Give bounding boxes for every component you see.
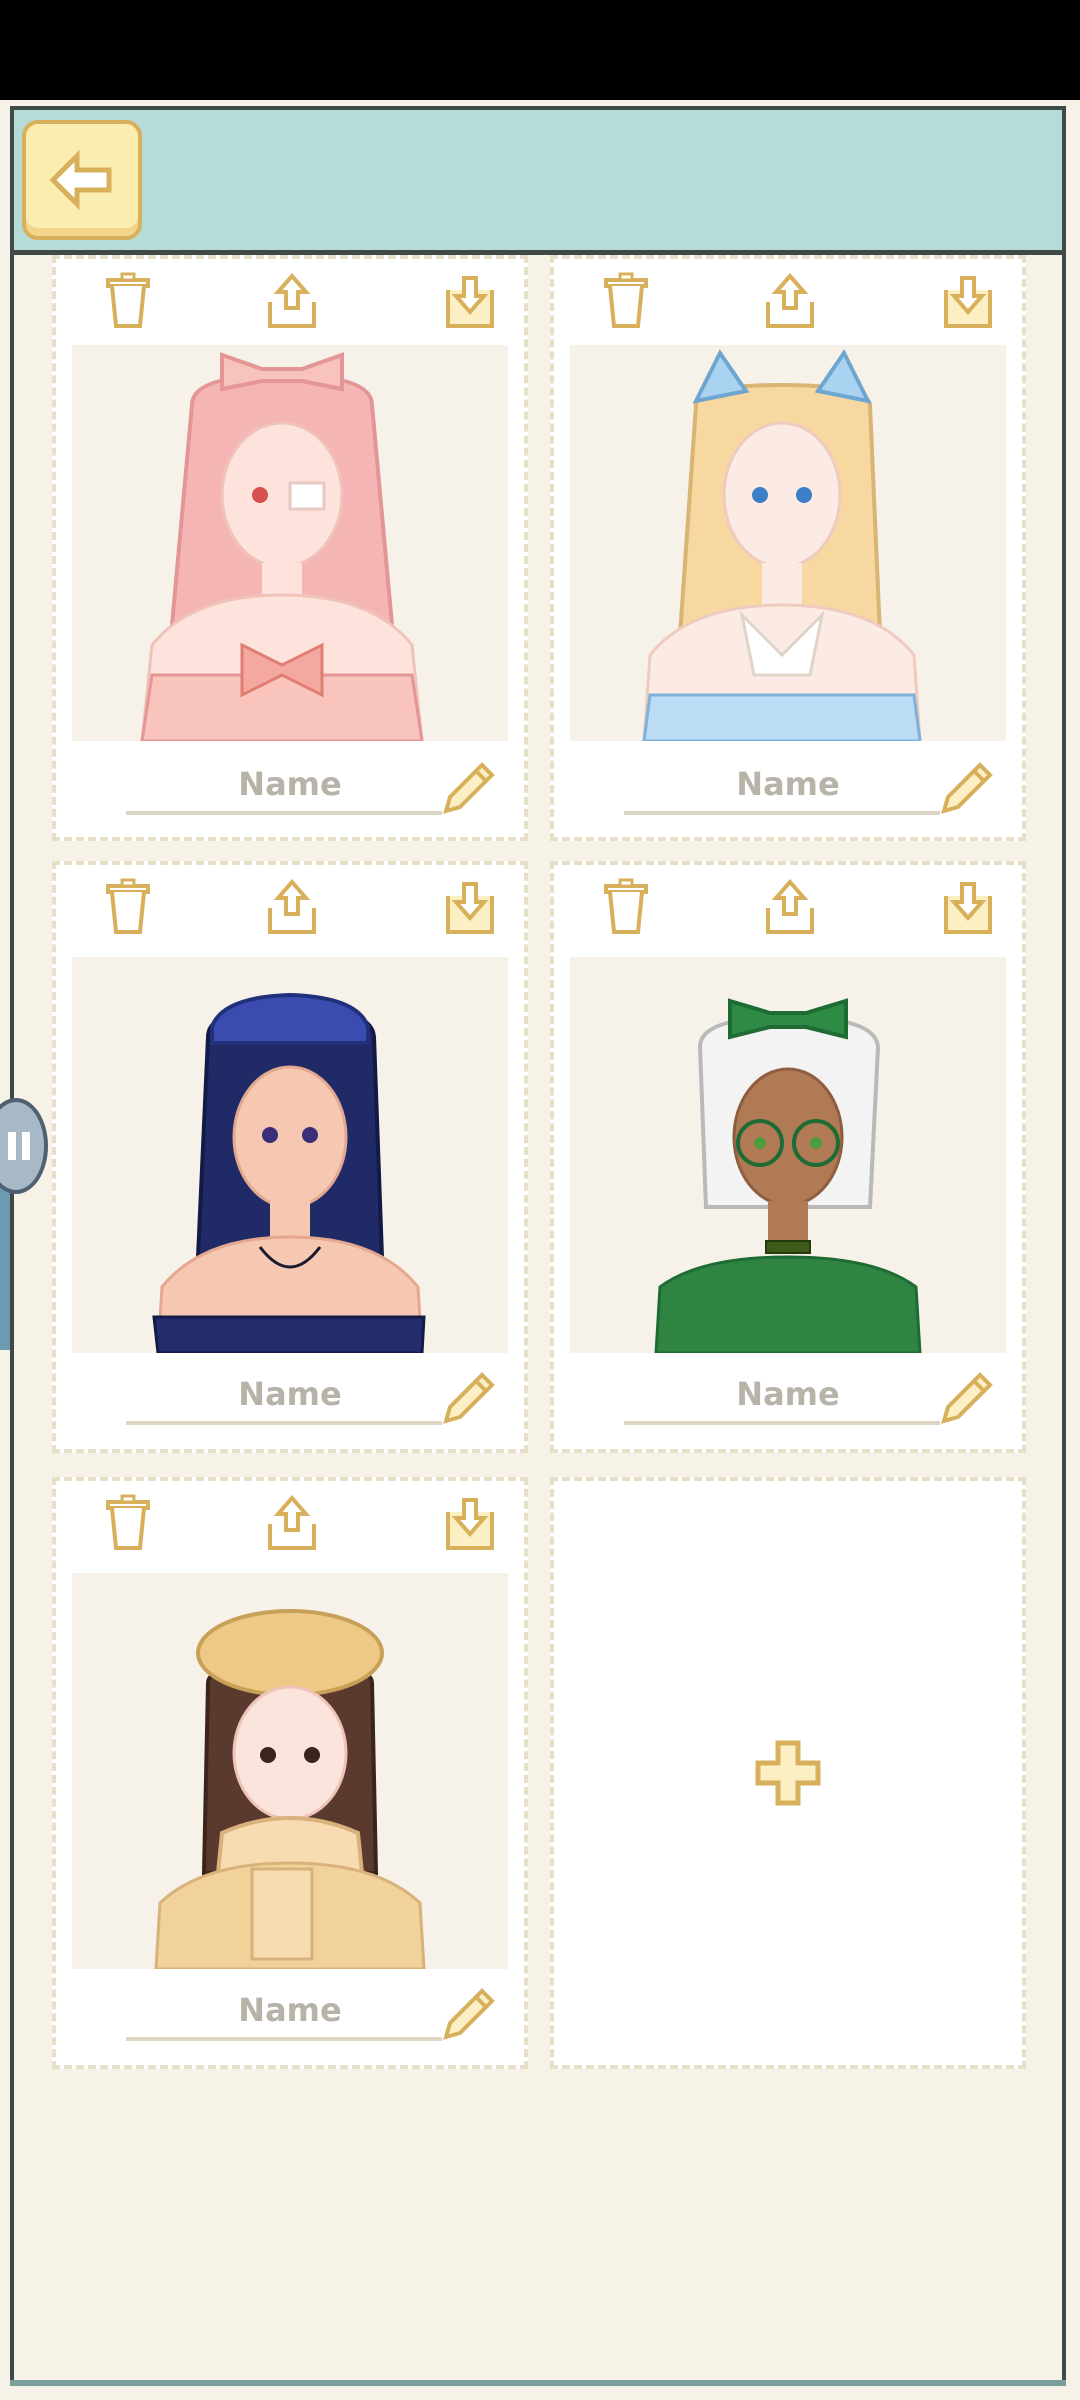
pencil-icon[interactable] (436, 1367, 500, 1431)
navy-hair-girl (152, 992, 426, 1353)
name-row: Name (56, 1975, 524, 2055)
trash-icon[interactable] (594, 875, 658, 939)
export-icon[interactable] (260, 875, 324, 939)
slot-toolbar (554, 865, 1022, 953)
bottom-divider (10, 2380, 1066, 2386)
back-button[interactable] (22, 120, 142, 240)
name-underline (126, 1421, 442, 1425)
import-icon[interactable] (936, 875, 1000, 939)
name-row: Name (56, 1359, 524, 1439)
arrow-left-icon (49, 150, 112, 210)
trash-icon[interactable] (96, 1491, 160, 1555)
character-slot-2: Name (550, 255, 1026, 841)
name-row: Name (554, 749, 1022, 829)
slot-toolbar (56, 1481, 524, 1569)
import-icon[interactable] (438, 1491, 502, 1555)
status-bar (0, 0, 1080, 100)
character-portrait[interactable] (570, 957, 1006, 1353)
trash-icon[interactable] (96, 269, 160, 333)
character-slot-1: Name (52, 255, 528, 841)
beret-scarf-girl (154, 1609, 426, 1969)
pencil-icon[interactable] (436, 757, 500, 821)
trash-icon[interactable] (96, 875, 160, 939)
pink-hair-eyepatch-girl (140, 352, 424, 741)
plus-icon (753, 1738, 823, 1808)
character-slot-5: Name (52, 1477, 528, 2069)
blonde-cat-ears-girl (642, 349, 922, 741)
character-portrait[interactable] (72, 957, 508, 1353)
slot-toolbar (56, 865, 524, 953)
name-row: Name (56, 749, 524, 829)
export-icon[interactable] (758, 269, 822, 333)
pencil-icon[interactable] (934, 1367, 998, 1431)
name-underline (624, 1421, 940, 1425)
name-underline (624, 811, 940, 815)
character-portrait[interactable] (72, 1573, 508, 1969)
character-slot-3: Name (52, 861, 528, 1453)
export-icon[interactable] (260, 1491, 324, 1555)
name-underline (126, 2037, 442, 2041)
import-icon[interactable] (438, 269, 502, 333)
trash-icon[interactable] (594, 269, 658, 333)
name-underline (126, 811, 442, 815)
white-hair-glasses-girl (654, 998, 922, 1353)
export-icon[interactable] (260, 269, 324, 333)
character-grid: Name Name Name Name Name (14, 255, 1062, 2385)
name-row: Name (554, 1359, 1022, 1439)
slot-toolbar (554, 259, 1022, 347)
character-portrait[interactable] (72, 345, 508, 741)
character-slot-4: Name (550, 861, 1026, 1453)
add-character-slot[interactable] (550, 1477, 1026, 2069)
slot-toolbar (56, 259, 524, 347)
import-icon[interactable] (936, 269, 1000, 333)
pencil-icon[interactable] (934, 757, 998, 821)
import-icon[interactable] (438, 875, 502, 939)
export-icon[interactable] (758, 875, 822, 939)
pencil-icon[interactable] (436, 1983, 500, 2047)
character-portrait[interactable] (570, 345, 1006, 741)
header-bar (14, 110, 1062, 252)
